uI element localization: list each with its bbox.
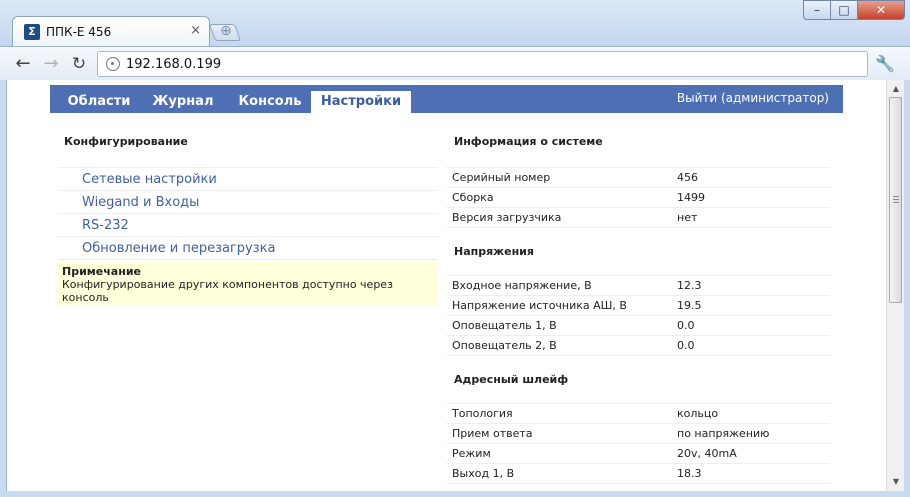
row-value: 12.3 [677, 279, 702, 292]
sysinfo-table: Серийный номер 456 Сборка 1499 Версия загр… [446, 167, 830, 228]
config-title: Конфигурирование [64, 135, 188, 148]
row-key: Топология [452, 407, 513, 420]
browser-titlebar: Σ ППК-Е 456 × ⊕ – □ ✕ [0, 0, 910, 46]
table-row: Оповещатель 1, В 0.0 [446, 316, 830, 336]
config-menu: Сетевые настройки Wiegand и Входы RS-232… [58, 167, 438, 260]
page-viewport: Области Журнал Консоль Настройки Выйти (… [6, 80, 904, 491]
address-bar[interactable] [97, 51, 868, 77]
sysinfo-title: Информация о системе [454, 135, 603, 148]
table-row: Напряжение источника АШ, В 19.5 [446, 296, 830, 316]
browser-tab[interactable]: Σ ППК-Е 456 × [12, 16, 210, 46]
scroll-down-icon[interactable]: ▼ [889, 475, 903, 489]
table-row: Версия загрузчика нет [446, 208, 830, 228]
scroll-thumb[interactable] [889, 97, 902, 303]
app-page: Области Журнал Консоль Настройки Выйти (… [50, 85, 843, 491]
row-key: Входное напряжение, В [452, 279, 592, 292]
row-value: 19.5 [677, 299, 702, 312]
row-key: Сборка [452, 191, 494, 204]
grip-icon [893, 196, 899, 203]
row-value: 0.0 [677, 339, 695, 352]
plus-icon: ⊕ [220, 23, 232, 39]
maximize-button[interactable]: □ [830, 0, 858, 20]
menu-item-rs232[interactable]: RS-232 [58, 214, 438, 237]
table-row: Прием ответа по напряжению [446, 424, 830, 444]
back-arrow-icon[interactable]: ← [12, 53, 34, 75]
table-row: Оповещатель 2, В 0.0 [446, 336, 830, 356]
row-key: Напряжение источника АШ, В [452, 299, 627, 312]
note-title: Примечание [62, 265, 141, 278]
tab-settings[interactable]: Настройки [311, 91, 411, 113]
tab-title: ППК-Е 456 [46, 25, 112, 39]
row-value: 18.3 [677, 467, 702, 480]
favicon-icon: Σ [24, 24, 40, 40]
table-row: Выход 1, В 18.3 [446, 464, 830, 484]
table-row: Входное напряжение, В 12.3 [446, 276, 830, 296]
tab-areas[interactable]: Области [64, 91, 134, 113]
table-row: Серийный номер 456 [446, 168, 830, 188]
reload-icon[interactable]: ↻ [68, 53, 90, 75]
table-row: Топология кольцо [446, 404, 830, 424]
row-key: Оповещатель 2, В [452, 339, 557, 352]
close-window-button[interactable]: ✕ [857, 0, 905, 20]
row-value: 0.0 [677, 319, 695, 332]
minimize-button[interactable]: – [803, 0, 831, 20]
row-value: 1499 [677, 191, 705, 204]
voltage-title: Напряжения [454, 245, 534, 258]
logout-link[interactable]: Выйти (администратор) [677, 91, 829, 105]
row-value: кольцо [677, 407, 719, 420]
tab-journal[interactable]: Журнал [146, 91, 220, 113]
row-value: 456 [677, 171, 698, 184]
browser-toolbar: ← → ↻ 🔧 [0, 46, 910, 80]
scroll-up-icon[interactable]: ▲ [889, 82, 903, 96]
row-key: Режим [452, 447, 491, 460]
row-key: Прием ответа [452, 427, 533, 440]
row-value: по напряжению [677, 427, 770, 440]
wrench-icon[interactable]: 🔧 [874, 53, 896, 75]
row-value: 20v, 40mA [677, 447, 737, 460]
vertical-scrollbar[interactable]: ▲ ▼ [886, 80, 904, 491]
tab-console[interactable]: Консоль [230, 91, 310, 113]
note-box: Примечание Конфигурирование других компо… [58, 262, 438, 306]
voltage-table: Входное напряжение, В 12.3 Напряжение ист… [446, 275, 830, 356]
menu-item-network[interactable]: Сетевые настройки [58, 168, 438, 191]
menu-item-update[interactable]: Обновление и перезагрузка [58, 237, 438, 260]
table-row: Режим 20v, 40mA [446, 444, 830, 464]
loop-title: Адресный шлейф [454, 373, 569, 386]
forward-arrow-icon[interactable]: → [40, 53, 62, 75]
row-key: Оповещатель 1, В [452, 319, 557, 332]
row-value: нет [677, 211, 698, 224]
menu-item-wiegand[interactable]: Wiegand и Входы [58, 191, 438, 214]
table-row: Сборка 1499 [446, 188, 830, 208]
loop-table: Топология кольцо Прием ответа по напряжени… [446, 403, 830, 484]
page-info-icon [106, 57, 120, 71]
row-key: Версия загрузчика [452, 211, 562, 224]
note-text: Конфигурирование других компонентов дост… [62, 278, 393, 304]
app-nav: Области Журнал Консоль Настройки Выйти (… [50, 85, 843, 113]
tab-close-icon[interactable]: × [190, 23, 201, 38]
row-key: Выход 1, В [452, 467, 515, 480]
url-input[interactable] [126, 57, 826, 72]
row-key: Серийный номер [452, 171, 551, 184]
